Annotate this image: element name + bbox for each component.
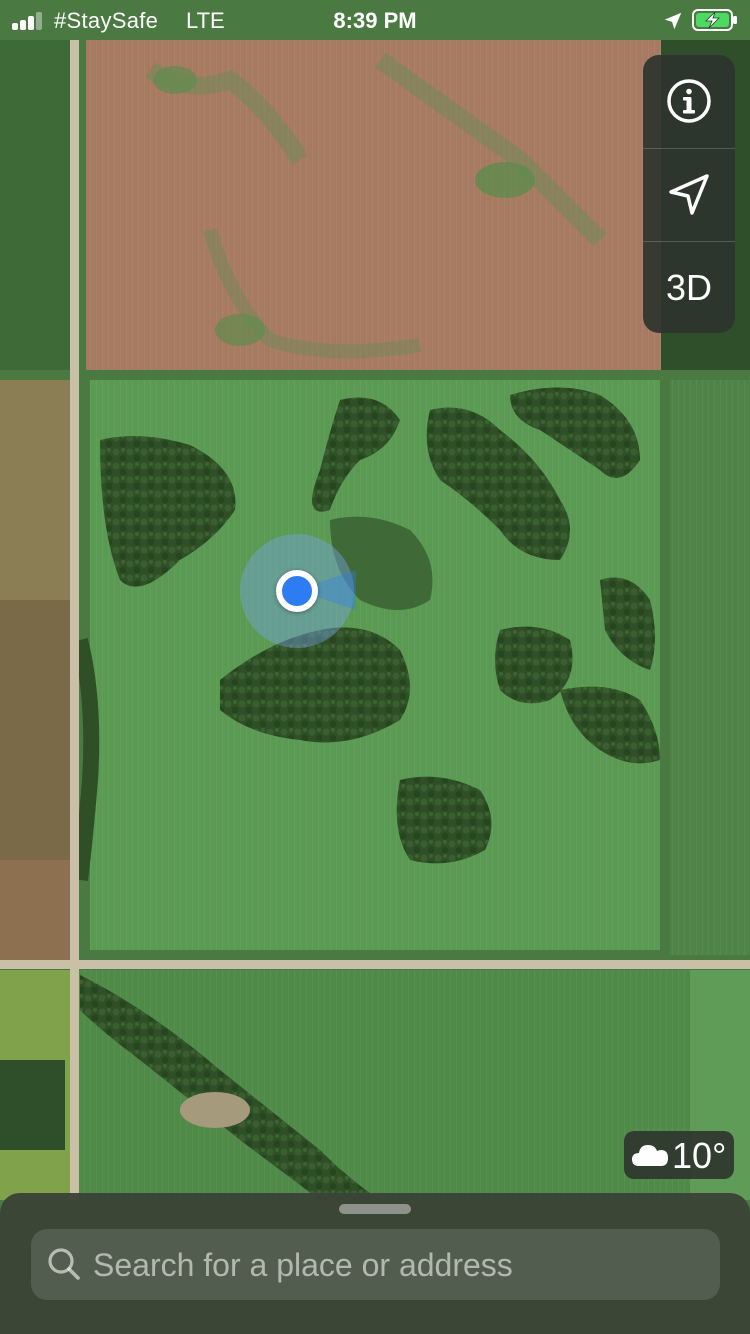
temperature-label: 10° — [672, 1135, 727, 1176]
search-input[interactable] — [91, 1229, 705, 1302]
map-info-button[interactable] — [643, 55, 735, 147]
battery-charging-icon — [692, 9, 737, 31]
weather-badge: 10° — [624, 1131, 734, 1179]
tracking-button[interactable] — [643, 148, 735, 241]
search-sheet[interactable] — [0, 1193, 750, 1334]
info-icon — [667, 79, 711, 123]
navigation-arrow-icon — [669, 174, 709, 215]
map-controls-panel: 3D — [643, 55, 735, 333]
status-time: 8:39 PM — [333, 8, 417, 33]
3d-view-button[interactable]: 3D — [643, 241, 735, 333]
user-location-dot[interactable] — [276, 570, 318, 612]
sheet-grabber[interactable] — [339, 1204, 411, 1214]
cloud-icon — [632, 1145, 668, 1166]
status-bar: #StaySafe LTE 8:39 PM — [0, 0, 750, 40]
search-field[interactable] — [31, 1229, 720, 1302]
search-icon — [48, 1248, 80, 1280]
location-arrow-icon — [664, 12, 682, 30]
